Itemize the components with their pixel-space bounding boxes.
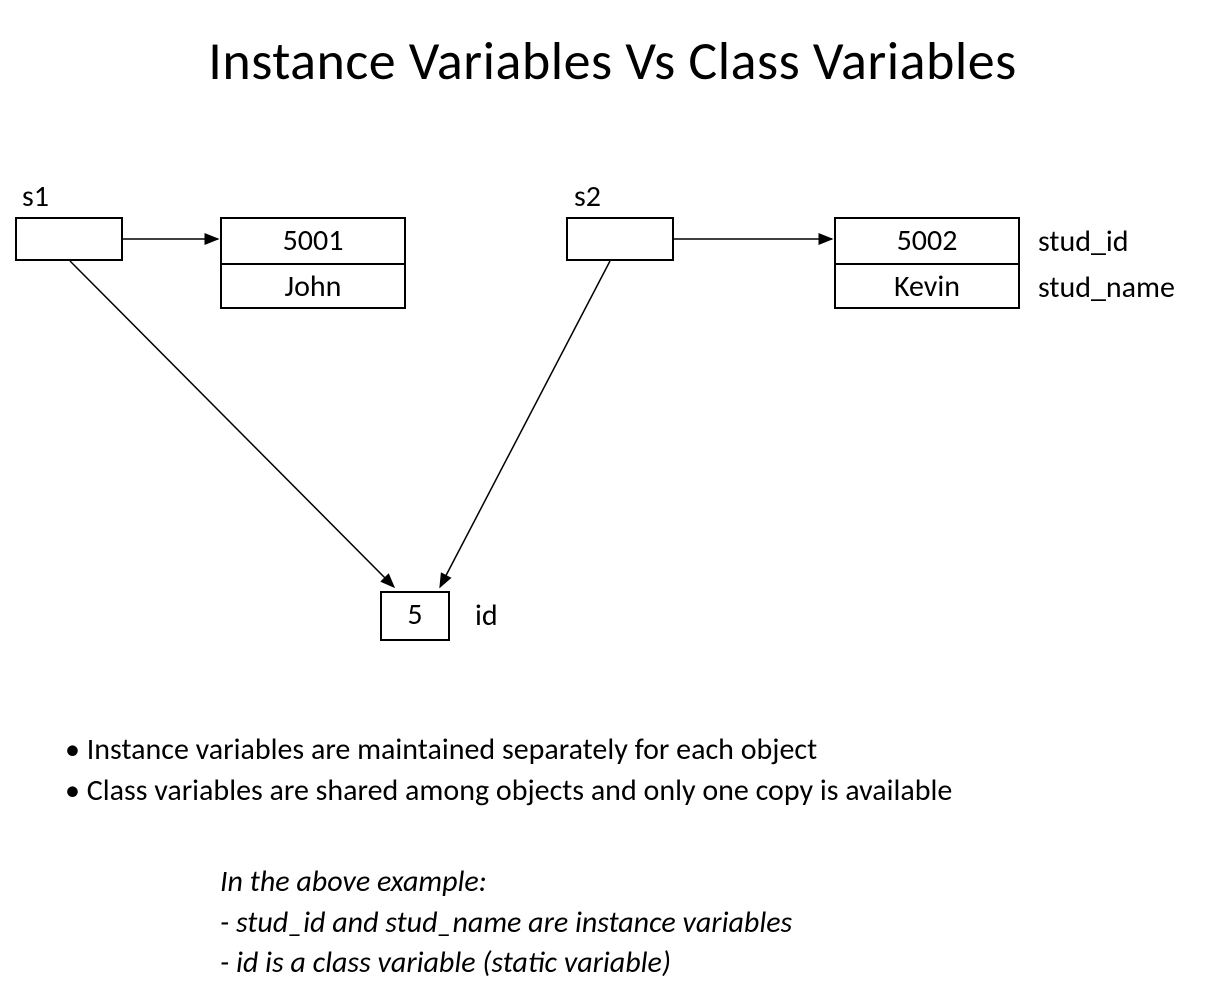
- class-var-box: 5: [380, 591, 450, 641]
- example-note-line3: - id is a class variable (static variabl…: [220, 943, 792, 984]
- stud-name-field-label: stud_name: [1038, 269, 1175, 306]
- s1-label: s1: [22, 178, 49, 215]
- s2-ref-box: [566, 217, 674, 261]
- example-note-line1: In the above example:: [220, 862, 792, 903]
- diagram-area: s1 5001 John s2 5002 Kevin stud_id stud_…: [0, 175, 1225, 825]
- stud-id-field-label: stud_id: [1038, 223, 1129, 260]
- bullet-2-text: Class variables are shared among objects…: [87, 772, 953, 809]
- s1-ref-box: [15, 217, 123, 261]
- s2-data-box: 5002 Kevin: [834, 217, 1020, 309]
- example-note: In the above example: - stud_id and stud…: [220, 862, 792, 984]
- page-title: Instance Variables Vs Class Variables: [0, 28, 1225, 94]
- bullet-1-text: Instance variables are maintained separa…: [87, 731, 817, 768]
- s1-stud-id: 5001: [222, 219, 404, 263]
- s1-data-box: 5001 John: [220, 217, 406, 309]
- s2-stud-name: Kevin: [836, 263, 1018, 307]
- bullet-1: • Instance variables are maintained sepa…: [65, 730, 952, 771]
- bullet-list: • Instance variables are maintained sepa…: [65, 730, 952, 811]
- example-note-line2: - stud_id and stud_name are instance var…: [220, 903, 792, 944]
- s2-label: s2: [574, 178, 601, 215]
- class-var-label: id: [475, 597, 498, 634]
- s1-stud-name: John: [222, 263, 404, 307]
- s2-stud-id: 5002: [836, 219, 1018, 263]
- bullet-2: • Class variables are shared among objec…: [65, 771, 952, 812]
